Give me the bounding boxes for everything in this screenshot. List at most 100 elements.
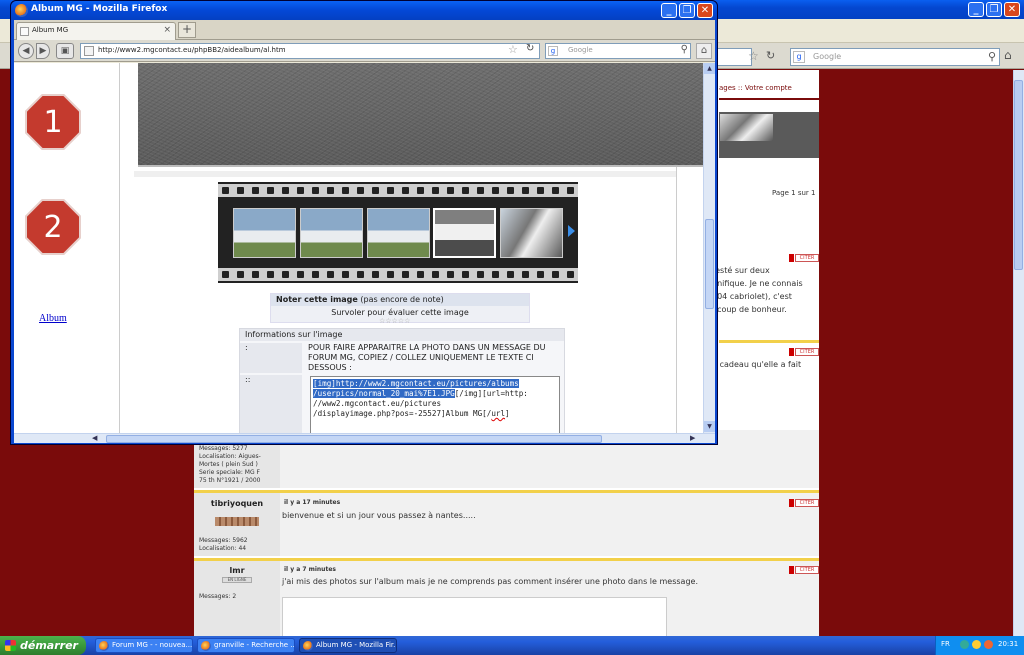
forum-post: tibriyoquen Messages: 5962 Localisation:…	[194, 490, 819, 556]
close-tab-icon[interactable]: ×	[163, 25, 171, 35]
author-name[interactable]: tibriyoquen	[194, 499, 280, 508]
forum-account-links[interactable]: ages :: Votre compte	[719, 84, 792, 92]
update-icon[interactable]	[984, 640, 993, 649]
film-hole	[417, 271, 424, 278]
background-address-bar[interactable]	[716, 48, 752, 66]
film-hole	[522, 187, 529, 194]
scroll-left-icon[interactable]: ◀	[92, 434, 97, 442]
search-icon[interactable]: ⚲	[988, 50, 996, 63]
google-icon[interactable]: g	[793, 51, 805, 63]
code-line: [img]http://www2.mgcontact.eu/pictures/a…	[313, 379, 557, 389]
filmstrip-thumbnail[interactable]	[500, 208, 563, 258]
taskbar-item-label: granville - Recherche ...	[214, 641, 295, 649]
scroll-down-icon[interactable]: ▼	[704, 421, 715, 432]
start-label: démarrer	[20, 639, 78, 652]
popup-titlebar[interactable]: Album MG - Mozilla Firefox _ ❐ ✕	[11, 1, 717, 20]
maximize-button[interactable]: ❐	[679, 3, 695, 18]
quote-button[interactable]: CITER	[795, 348, 819, 356]
filmstrip-thumbnail[interactable]	[233, 208, 296, 258]
next-arrow-icon[interactable]	[568, 225, 575, 237]
bbcode-textarea[interactable]: [img]http://www2.mgcontact.eu/pictures/a…	[310, 376, 560, 433]
film-hole	[477, 187, 484, 194]
firefox-icon	[99, 641, 109, 651]
author-name[interactable]: lmr	[194, 566, 280, 575]
film-hole	[387, 271, 394, 278]
quote-button[interactable]: CITER	[795, 254, 819, 262]
author-location: Localisation: 44	[199, 545, 247, 552]
start-button[interactable]: démarrer	[0, 636, 86, 655]
code-text: ]	[505, 409, 510, 418]
taskbar-item-active[interactable]: Album MG - Mozilla Fir...	[299, 638, 397, 653]
rating-stars[interactable]: ☆☆☆☆☆	[379, 317, 410, 325]
taskbar-item[interactable]: Forum MG - - nouvea...	[95, 638, 193, 653]
security-icon[interactable]	[972, 640, 981, 649]
scroll-up-icon[interactable]: ▲	[704, 63, 715, 74]
film-hole	[402, 187, 409, 194]
film-hole	[462, 187, 469, 194]
step-2-badge: 2	[27, 201, 79, 253]
search-placeholder: Google	[813, 52, 842, 61]
bookmark-star-icon[interactable]: ☆	[748, 49, 759, 63]
post-body: bienvenue et si un jour vous passez à na…	[282, 511, 476, 520]
vertical-scrollbar[interactable]: ▲ ▼	[703, 63, 715, 433]
close-button[interactable]: ✕	[1004, 2, 1020, 17]
film-hole	[432, 271, 439, 278]
background-search-input[interactable]: g Google ⚲	[790, 48, 1000, 66]
page-icon	[84, 46, 94, 56]
film-hole	[357, 271, 364, 278]
reload-icon[interactable]: ↻	[766, 49, 775, 62]
film-hole	[552, 271, 559, 278]
reload-icon[interactable]: ↻	[526, 43, 534, 54]
google-icon[interactable]: g	[548, 46, 558, 56]
quote-button[interactable]: CITER	[795, 566, 819, 574]
url-input[interactable]: http://www2.mgcontact.eu/phpBB2/aidealbu…	[98, 46, 286, 54]
film-hole	[492, 271, 499, 278]
post-text-fragment: u cadeau qu'elle a fait	[712, 360, 802, 369]
scroll-right-icon[interactable]: ▶	[690, 434, 695, 442]
info-instructions: POUR FAIRE APPARAITRE LA PHOTO DANS UN M…	[308, 343, 546, 372]
film-perforations	[218, 268, 578, 281]
network-icon[interactable]	[960, 640, 969, 649]
taskbar-item-label: Forum MG - - nouvea...	[112, 641, 193, 649]
code-line: //www2.mgcontact.eu/pictures	[313, 399, 442, 408]
post-author-column: lmr EN LIGNE Messages: 2	[194, 561, 280, 636]
search-icon[interactable]: ⚲	[681, 44, 688, 55]
new-tab-button[interactable]: +	[178, 22, 196, 38]
album-link[interactable]: Album	[39, 313, 67, 324]
home-button[interactable]: ⌂	[696, 43, 712, 59]
full-size-photo[interactable]	[138, 63, 703, 167]
film-hole	[507, 187, 514, 194]
quote-button[interactable]: CITER	[795, 499, 819, 507]
minimize-button[interactable]: _	[968, 2, 984, 17]
film-hole	[567, 187, 574, 194]
author-location-cont: Mortes ( plein Sud )	[199, 461, 258, 468]
taskbar-item[interactable]: granville - Recherche ...	[197, 638, 295, 653]
code-misspelled: url	[491, 409, 506, 418]
film-hole	[342, 187, 349, 194]
tab-album-mg[interactable]: Album MG ×	[16, 22, 176, 40]
close-button[interactable]: ✕	[697, 3, 713, 18]
forward-button[interactable]: ▶	[36, 43, 50, 59]
minimize-button[interactable]: _	[661, 3, 677, 18]
tab-label: Album MG	[32, 26, 69, 34]
back-button[interactable]: ◀	[18, 43, 34, 59]
filmstrip-thumbnail-selected[interactable]	[433, 208, 496, 258]
address-bar[interactable]: http://www2.mgcontact.eu/phpBB2/aidealbu…	[80, 43, 540, 59]
history-button[interactable]: ▣	[56, 43, 74, 59]
maximize-button[interactable]: ❐	[986, 2, 1002, 17]
home-icon[interactable]: ⌂	[1004, 48, 1012, 62]
language-indicator[interactable]: FR	[941, 640, 950, 648]
film-hole	[357, 187, 364, 194]
horizontal-scrollbar-thumb[interactable]	[106, 435, 602, 443]
post-separator	[719, 340, 819, 343]
author-rank-badge	[215, 517, 259, 526]
filmstrip-thumbnail[interactable]	[367, 208, 430, 258]
search-input[interactable]: g Google ⚲	[545, 43, 691, 59]
bookmark-star-icon[interactable]: ☆	[508, 43, 518, 56]
film-hole	[537, 187, 544, 194]
vertical-scrollbar-thumb[interactable]	[705, 219, 714, 309]
filmstrip-thumbnail[interactable]	[300, 208, 363, 258]
horizontal-scrollbar[interactable]: ◀ ▶	[14, 433, 715, 443]
background-scrollbar-thumb[interactable]	[1014, 80, 1023, 270]
film-hole	[327, 187, 334, 194]
